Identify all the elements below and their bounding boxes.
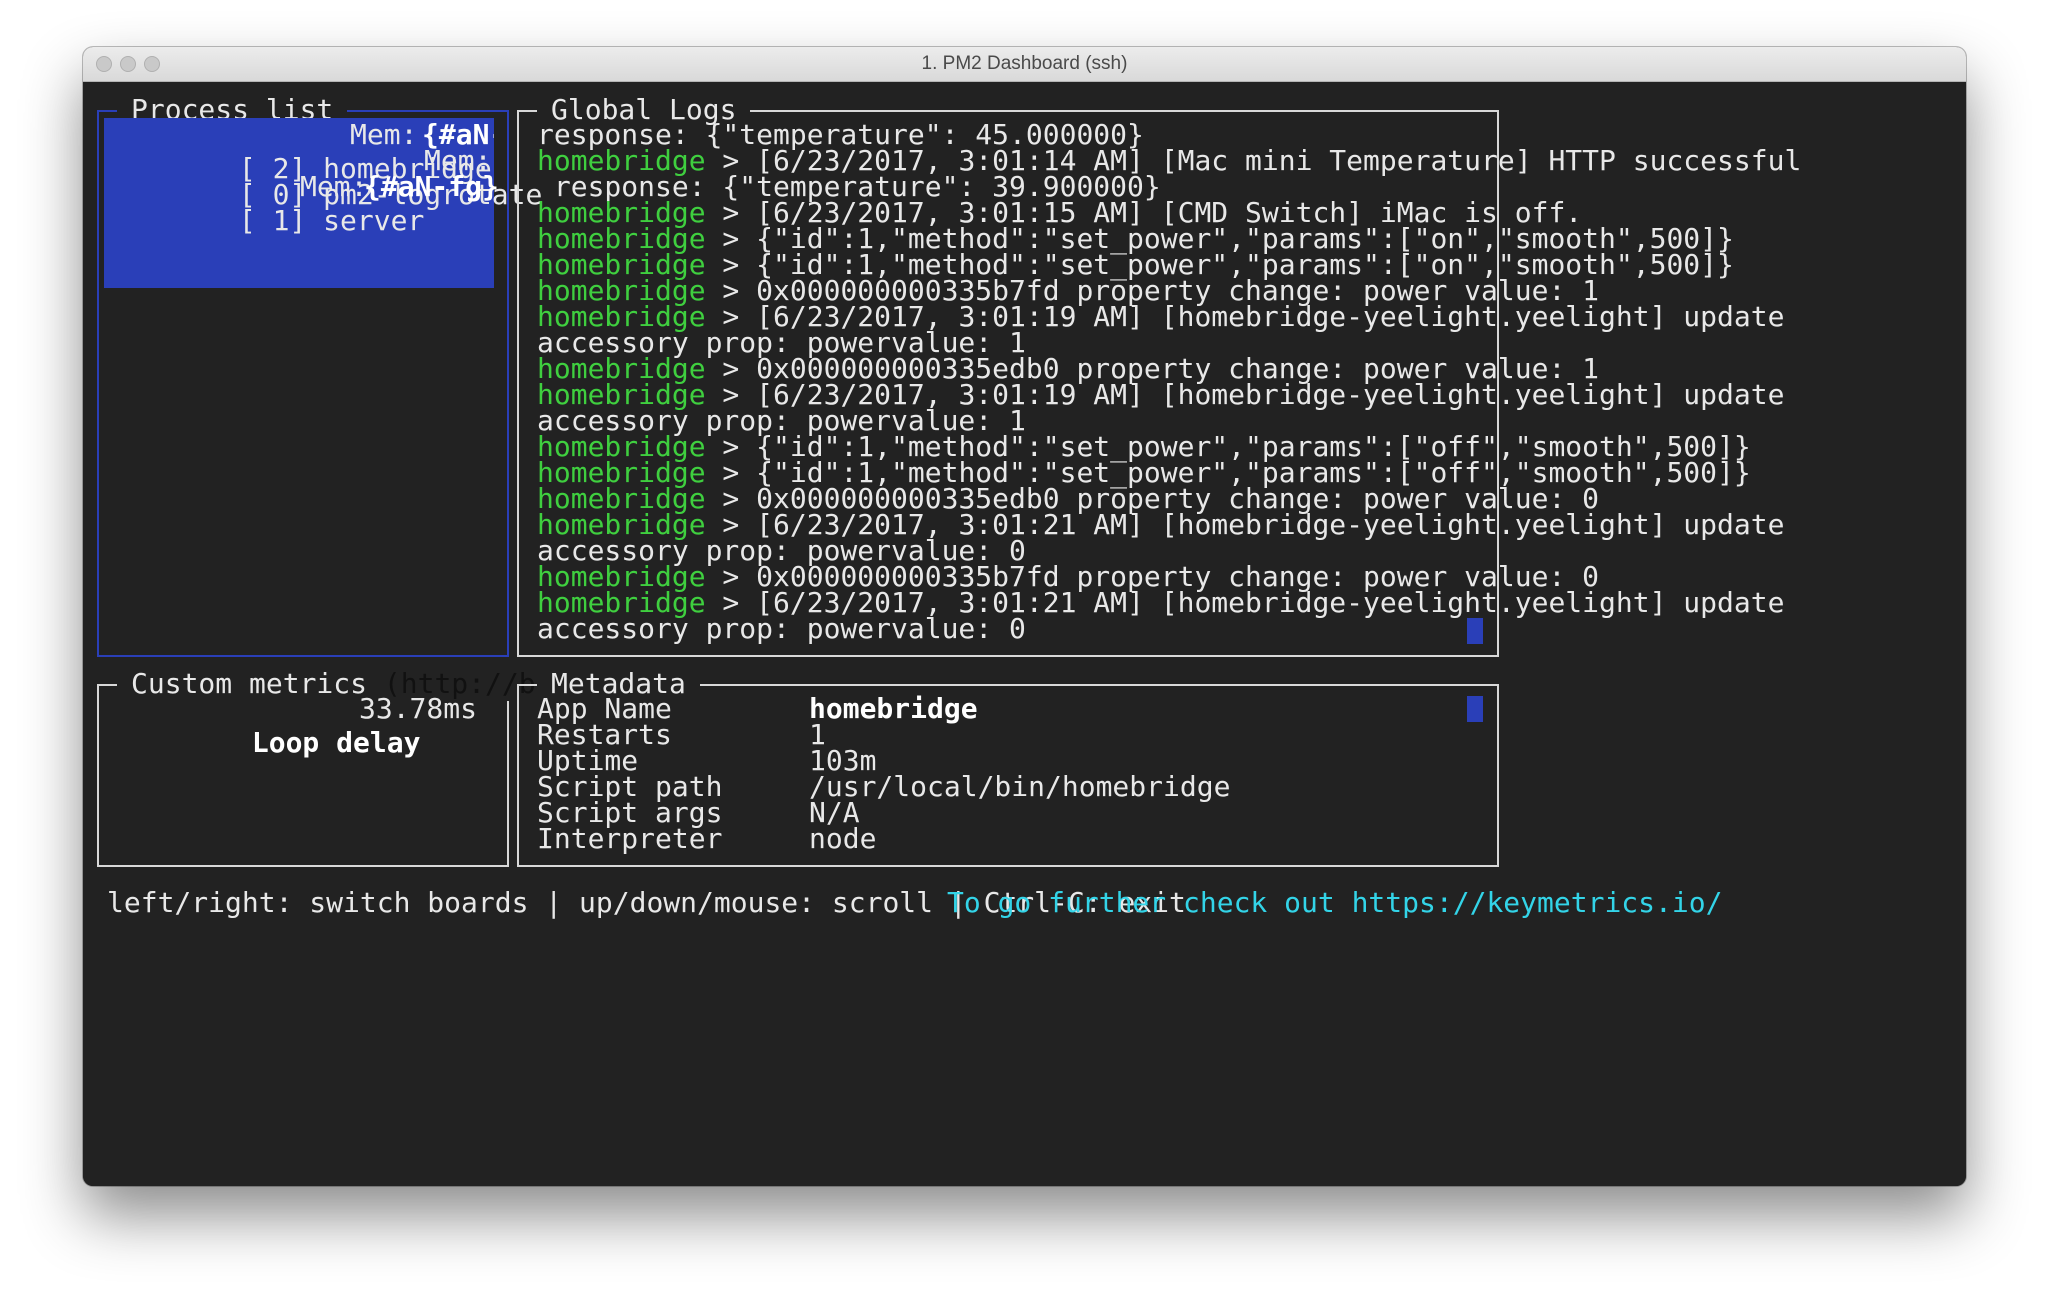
metric-label: Loop delay [251,726,421,759]
process-name: server [323,204,425,237]
custom-metrics-panel[interactable]: Custom metrics (http://bit.ly Loop delay… [97,667,634,867]
metadata-scrollbar[interactable] [1467,696,1483,722]
terminal-window: 1. PM2 Dashboard (ssh) Process list [ 2]… [83,47,1966,1186]
metric-row: Loop delay 33.78ms [117,692,477,828]
metadata-panel[interactable]: Metadata App Name homebridge Restarts 1 Upti… [517,667,1499,867]
process-list-panel[interactable]: Process list [ 2] homebridge Mem: {#aN-f… [97,93,542,657]
terminal-screen: Process list [ 2] homebridge Mem: {#aN-f… [83,82,1966,1186]
process-mem-label: Mem: [300,170,368,203]
metadata-value: node [809,822,877,855]
window-title: 1. PM2 Dashboard (ssh) [921,53,1128,74]
footer-promo-link[interactable]: To go further check out https://keymetri… [947,886,1722,920]
process-mem-value: {#aN-fg} [364,170,499,203]
process-id: [ 1] [238,204,307,237]
metric-value: 33.78ms [358,692,477,725]
title-bar: 1. PM2 Dashboard (ssh) [83,47,1966,82]
global-logs-panel[interactable]: Global Logs response: {"temperature": 45… [517,93,1801,657]
metadata-key: Interpreter [537,822,723,855]
logs-scrollbar[interactable] [1467,618,1483,644]
metadata-row: Interpreter node [537,822,1437,856]
process-item-server[interactable]: [ 1] server Mem: {#aN-fg} [104,170,499,340]
log-line: accessory prop: powervalue: 0 [537,612,1026,646]
log-text: accessory prop: powervalue: 0 [537,612,1026,645]
